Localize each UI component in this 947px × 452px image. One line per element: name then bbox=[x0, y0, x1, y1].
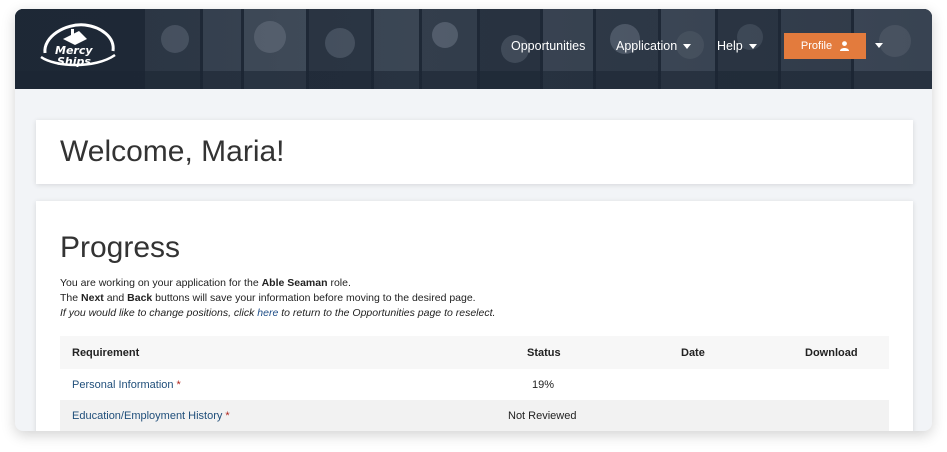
table-row: Education/Employment History * Not Revie… bbox=[60, 400, 889, 431]
progress-card: Progress You are working on your applica… bbox=[36, 201, 913, 431]
welcome-card: Welcome, Maria! bbox=[36, 120, 913, 184]
status-cell: Not Reviewed bbox=[508, 409, 577, 422]
nav-opportunities[interactable]: Opportunities bbox=[511, 39, 585, 53]
info-text: and bbox=[103, 292, 128, 304]
profile-button-label: Profile bbox=[800, 40, 833, 52]
info-text: role. bbox=[327, 277, 351, 289]
info-text: to return to the Opportunities page to r… bbox=[278, 307, 496, 319]
here-link[interactable]: here bbox=[257, 307, 278, 319]
header-download: Download bbox=[805, 346, 858, 359]
nav-application-label: Application bbox=[616, 39, 678, 53]
info-text: You are working on your application for … bbox=[60, 277, 262, 289]
top-navbar: Mercy Ships Opportunities Application He… bbox=[15, 9, 932, 89]
requirement-cell: Education/Employment History * bbox=[72, 400, 230, 431]
caret-down-icon bbox=[748, 43, 757, 49]
caret-down-icon bbox=[683, 43, 692, 49]
progress-title: Progress bbox=[60, 231, 181, 264]
info-text: If you would like to change positions, c… bbox=[60, 307, 258, 319]
welcome-title: Welcome, Maria! bbox=[60, 135, 285, 168]
progress-info-change: If you would like to change positions, c… bbox=[60, 307, 495, 319]
requirement-link[interactable]: Education/Employment History bbox=[72, 410, 222, 422]
requirement-cell: Personal Information * bbox=[72, 369, 181, 400]
next-label: Next bbox=[81, 292, 104, 304]
requirement-link[interactable]: Personal Information bbox=[72, 379, 174, 391]
header-status: Status bbox=[527, 346, 561, 359]
nav-help-label: Help bbox=[717, 39, 743, 53]
info-text: buttons will save your information befor… bbox=[152, 292, 476, 304]
nav-opportunities-label: Opportunities bbox=[511, 39, 586, 53]
table-header-row: Requirement Status Date Download bbox=[60, 336, 889, 369]
nav-help[interactable]: Help bbox=[717, 39, 757, 53]
progress-info-role: You are working on your application for … bbox=[60, 277, 351, 289]
logo-line-2: Ships bbox=[57, 55, 91, 68]
user-icon bbox=[840, 41, 850, 51]
profile-dropdown-caret-icon[interactable] bbox=[875, 43, 883, 48]
requirements-table: Requirement Status Date Download Persona… bbox=[60, 336, 889, 431]
app-window: Mercy Ships Opportunities Application He… bbox=[15, 9, 932, 431]
header-requirement: Requirement bbox=[72, 346, 140, 359]
role-name: Able Seaman bbox=[261, 277, 328, 289]
info-text: The bbox=[60, 292, 82, 304]
profile-button[interactable]: Profile bbox=[784, 33, 866, 59]
header-date: Date bbox=[681, 346, 705, 359]
required-mark: * bbox=[225, 409, 230, 422]
nav-application[interactable]: Application bbox=[616, 39, 692, 53]
progress-info-buttons: The Next and Back buttons will save your… bbox=[60, 292, 476, 304]
required-mark: * bbox=[176, 378, 181, 391]
back-label: Back bbox=[127, 292, 153, 304]
status-cell: 19% bbox=[532, 378, 555, 391]
logo-wordmark: Mercy Ships bbox=[55, 45, 93, 67]
table-row: Personal Information * 19% bbox=[60, 369, 889, 400]
